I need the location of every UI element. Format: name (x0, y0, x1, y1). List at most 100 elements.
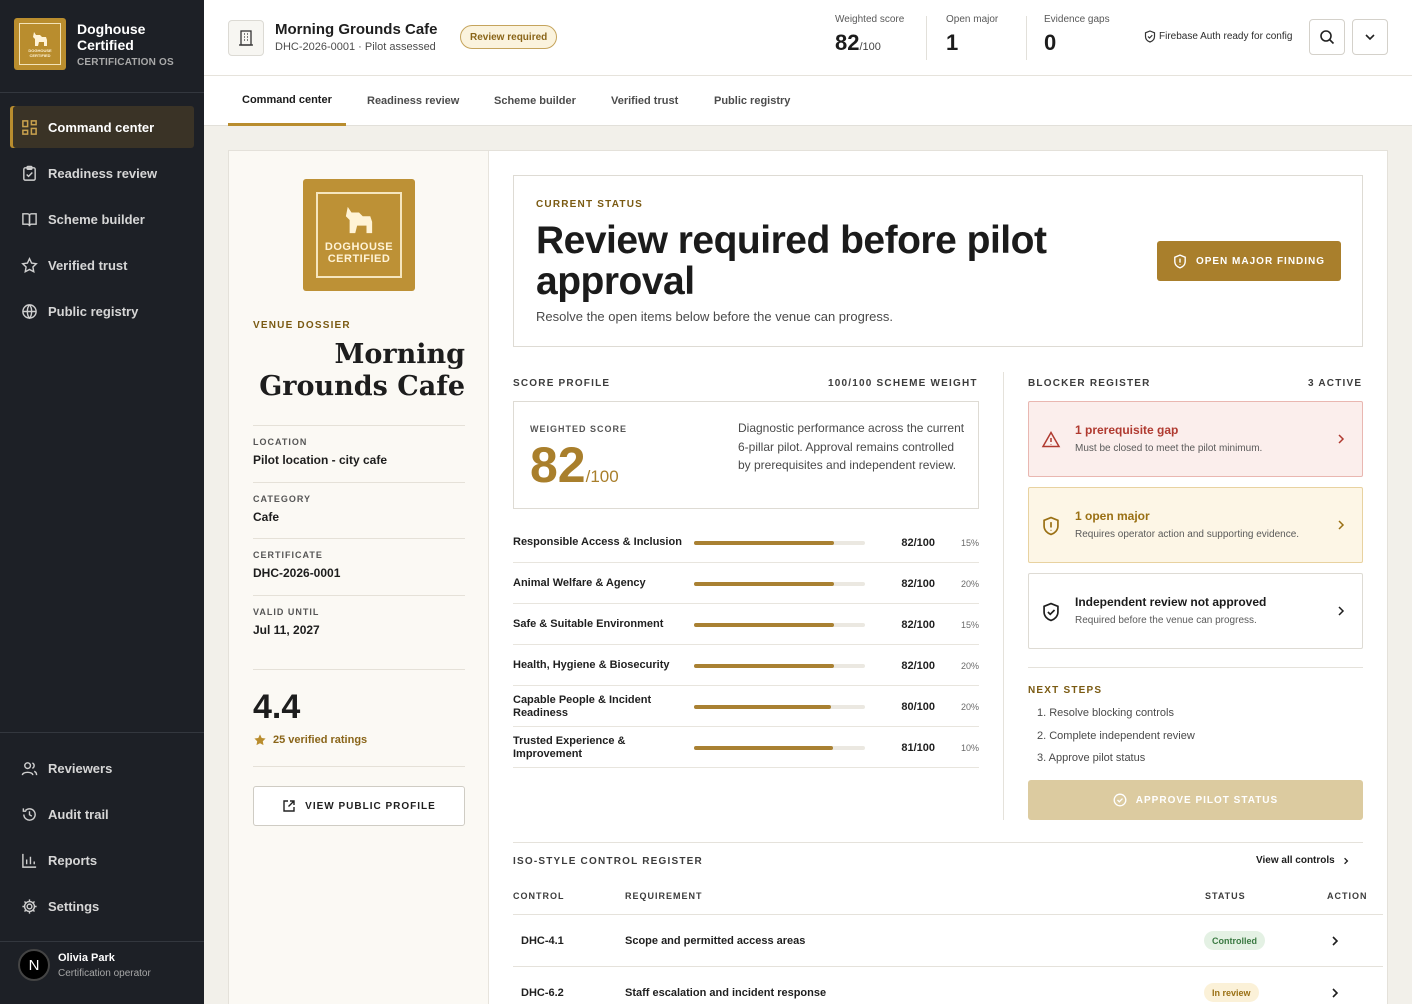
sidebar-item-reports[interactable]: Reports (10, 839, 194, 881)
view-public-profile-button[interactable]: VIEW PUBLIC PROFILE (253, 786, 465, 826)
field-valid-until: VALID UNTIL Jul 11, 2027 (253, 595, 465, 637)
column-header-status[interactable]: STATUS (1205, 891, 1246, 901)
sidebar-item-readiness-review[interactable]: Readiness review (10, 152, 194, 194)
tab-verified-trust[interactable]: Verified trust (611, 76, 678, 126)
pillar-progress-fill (694, 582, 835, 586)
button-label: VIEW PUBLIC PROFILE (305, 800, 436, 812)
sidebar-item-reviewers[interactable]: Reviewers (10, 747, 194, 789)
brand-logo: DOGHOUSE CERTIFIED (14, 18, 66, 70)
column-header-requirement[interactable]: REQUIREMENT (625, 891, 703, 901)
chevron-right-icon (1338, 606, 1345, 616)
control-requirement: Staff escalation and incident response (625, 987, 827, 999)
chevron-right-icon[interactable] (1328, 986, 1342, 1000)
open-major-finding-button[interactable]: OPEN MAJOR FINDING (1157, 241, 1341, 281)
grid-icon (22, 119, 37, 135)
metric-label: Open major (946, 14, 999, 25)
tab-command-center[interactable]: Command center (228, 76, 346, 126)
column-header-control[interactable]: CONTROL (513, 891, 565, 901)
pillar-row: Safe & Suitable Environment 82/100 15% (513, 604, 979, 645)
field-label: LOCATION (253, 437, 308, 447)
pillar-progress-fill (694, 664, 835, 668)
metric-value: 1 (946, 30, 959, 55)
button-label: APPROVE PILOT STATUS (1135, 794, 1279, 806)
auth-status-text: Firebase Auth ready for config (1159, 31, 1293, 42)
tab-scheme-builder[interactable]: Scheme builder (494, 76, 576, 126)
control-code: DHC-4.1 (521, 935, 564, 947)
star-icon (254, 734, 266, 746)
dog-icon (345, 206, 373, 234)
weighted-score-box: WEIGHTED SCORE 82/100 Diagnostic perform… (513, 401, 979, 509)
weighted-score-label: WEIGHTED SCORE (530, 424, 628, 434)
field-category: CATEGORY Cafe (253, 482, 465, 524)
button-label: OPEN MAJOR FINDING (1195, 255, 1326, 267)
rating-summary: 4.4 25 verified ratings (253, 669, 465, 767)
clipboard-check-icon (23, 165, 36, 181)
sidebar-item-verified-trust[interactable]: Verified trust (10, 244, 194, 286)
pillar-name: Trusted Experience & Improvement (513, 734, 626, 760)
pillar-progress-fill (694, 541, 835, 545)
main-nav: Command center Readiness review Scheme b… (10, 106, 194, 336)
sidebar-item-public-registry[interactable]: Public registry (10, 290, 194, 332)
blocker-description: Requires operator action and supporting … (1075, 529, 1300, 540)
next-step-item: 3. Approve pilot status (1037, 752, 1146, 764)
chevron-right-icon[interactable] (1328, 934, 1342, 948)
pillar-name: Responsible Access & Inclusion (513, 536, 682, 548)
tab-bar: Command center Readiness review Scheme b… (204, 76, 1412, 126)
tab-readiness-review[interactable]: Readiness review (367, 76, 459, 126)
user-profile[interactable]: N Olivia Park Certification operator (18, 949, 151, 981)
scheme-weight-label: 100/100 SCHEME WEIGHT (828, 378, 978, 389)
brand[interactable]: DOGHOUSE CERTIFIED Doghouse Certified CE… (14, 18, 174, 70)
status-kicker: CURRENT STATUS (536, 199, 643, 210)
next-steps-heading: NEXT STEPS (1028, 685, 1103, 696)
auth-status: Firebase Auth ready for config (1144, 30, 1292, 43)
sidebar-item-scheme-builder[interactable]: Scheme builder (10, 198, 194, 240)
pillar-score: 80/100 (901, 700, 935, 713)
avatar: N (18, 949, 50, 981)
search-button[interactable] (1309, 19, 1345, 55)
tab-public-registry[interactable]: Public registry (714, 76, 790, 126)
sidebar-item-settings[interactable]: Settings (10, 885, 194, 927)
pillar-score: 82/100 (901, 618, 935, 631)
user-name: Olivia Park (58, 951, 115, 964)
blocker-prerequisite-gap[interactable]: 1 prerequisite gap Must be closed to mee… (1028, 401, 1363, 477)
view-all-controls-link[interactable]: View all controls (1256, 855, 1351, 866)
sidebar-item-audit-trail[interactable]: Audit trail (10, 793, 194, 835)
blocker-independent-review[interactable]: Independent review not approved Required… (1028, 573, 1363, 649)
approve-pilot-status-button[interactable]: APPROVE PILOT STATUS (1028, 780, 1363, 820)
venue-dossier: DOGHOUSE CERTIFIED VENUE DOSSIER Morning… (229, 151, 489, 1004)
next-steps-list: 1. Resolve blocking controls 2. Complete… (1037, 702, 1195, 770)
current-status-panel: CURRENT STATUS Review required before pi… (513, 175, 1363, 347)
check-circle-icon (1113, 793, 1127, 807)
chevron-right-icon (1343, 857, 1349, 864)
pillar-row: Trusted Experience & Improvement 81/100 10… (513, 727, 979, 768)
book-icon (22, 212, 37, 226)
field-value: Cafe (253, 510, 280, 524)
pillar-progress-track (694, 746, 865, 750)
blocker-count: 3 ACTIVE (1308, 378, 1363, 389)
score-description: Diagnostic performance across the curren… (738, 421, 965, 472)
brand-name: Doghouse (77, 20, 146, 37)
shield-alert-icon (1043, 516, 1059, 536)
sidebar-item-command-center[interactable]: Command center (10, 106, 194, 148)
control-register-heading: ISO-STYLE CONTROL REGISTER (513, 856, 703, 867)
table-row[interactable]: DHC-6.2 Staff escalation and incident re… (513, 966, 1383, 1004)
brand-logo-text: CERTIFIED (29, 52, 51, 58)
pillar-progress-fill (694, 746, 833, 750)
next-step-item: 2. Complete independent review (1037, 729, 1195, 742)
pillar-row: Animal Welfare & Agency 82/100 20% (513, 563, 979, 604)
pillar-progress-track (694, 541, 865, 545)
menu-dropdown-button[interactable] (1352, 19, 1388, 55)
brand-name: Certified (77, 36, 134, 53)
sidebar-item-label: Command center (48, 119, 155, 135)
table-row[interactable]: DHC-4.1 Scope and permitted access areas… (513, 914, 1383, 966)
certified-logo: DOGHOUSE CERTIFIED (303, 179, 415, 291)
score-profile-heading: SCORE PROFILE (513, 378, 611, 389)
venue-subtitle: DHC-2026-0001 · Pilot assessed (275, 41, 436, 53)
sidebar-item-label: Readiness review (48, 165, 158, 181)
field-value: DHC-2026-0001 (253, 566, 341, 580)
link-label: View all controls (1256, 855, 1335, 866)
rating-value: 4.4 (253, 688, 301, 726)
column-header-action[interactable]: ACTION (1327, 891, 1368, 901)
blocker-open-major[interactable]: 1 open major Requires operator action an… (1028, 487, 1363, 563)
dossier-title: Morning Grounds Cafe (259, 339, 465, 402)
